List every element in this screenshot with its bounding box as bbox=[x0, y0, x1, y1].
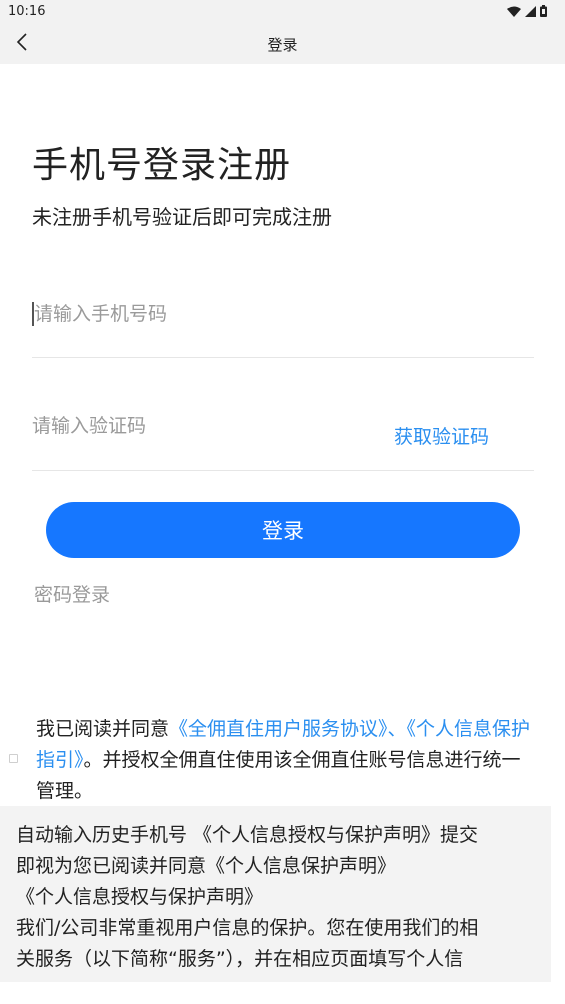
agreement-separator: 、 bbox=[387, 718, 407, 740]
autofill-panel[interactable]: 自动输入历史手机号 《个人信息授权与保护声明》提交 即视为您已阅读并同意《个人信… bbox=[0, 806, 551, 982]
phone-field bbox=[32, 290, 534, 358]
get-code-button[interactable]: 获取验证码 bbox=[394, 422, 489, 449]
login-button[interactable]: 登录 bbox=[46, 502, 520, 558]
page-nav-title: 登录 bbox=[267, 36, 298, 54]
nav-bar: 登录 bbox=[0, 24, 565, 64]
battery-icon bbox=[540, 5, 547, 17]
agreement-text: 我已阅读并同意《全佣直住用户服务协议》、《个人信息保护指引》。并授权全佣直住使用… bbox=[36, 714, 536, 807]
autofill-line: 即视为您已阅读并同意《个人信息保护声明》 bbox=[16, 855, 397, 877]
autofill-line: 自动输入历史手机号 《个人信息授权与保护声明》提交 bbox=[16, 824, 479, 846]
verification-code-input[interactable] bbox=[32, 402, 362, 450]
status-time: 10:16 bbox=[8, 4, 46, 19]
page-title: 手机号登录注册 bbox=[32, 145, 292, 186]
service-agreement-link[interactable]: 《全佣直住用户服务协议》 bbox=[169, 718, 388, 740]
password-login-link[interactable]: 密码登录 bbox=[34, 580, 110, 607]
text-cursor bbox=[32, 302, 34, 326]
status-bar: 10:16 bbox=[0, 0, 565, 24]
signal-icon bbox=[525, 5, 536, 17]
autofill-line: 我们/公司非常重视用户信息的保护。您在使用我们的相 bbox=[16, 917, 479, 939]
page-subtitle: 未注册手机号验证后即可完成注册 bbox=[32, 205, 332, 229]
status-icons bbox=[507, 5, 547, 17]
verification-code-field: 获取验证码 bbox=[32, 402, 534, 471]
wifi-icon bbox=[507, 6, 521, 17]
phone-input[interactable] bbox=[32, 290, 534, 338]
autofill-line: 《个人信息授权与保护声明》 bbox=[16, 886, 264, 908]
agreement-suffix: 。并授权全佣直住使用该全佣直住账号信息进行统一管理。 bbox=[36, 749, 521, 802]
agreement-checkbox[interactable] bbox=[9, 754, 18, 763]
agreement-prefix: 我已阅读并同意 bbox=[36, 718, 170, 740]
autofill-line: 关服务（以下简称“服务”），并在相应页面填写个人信 bbox=[16, 948, 464, 970]
